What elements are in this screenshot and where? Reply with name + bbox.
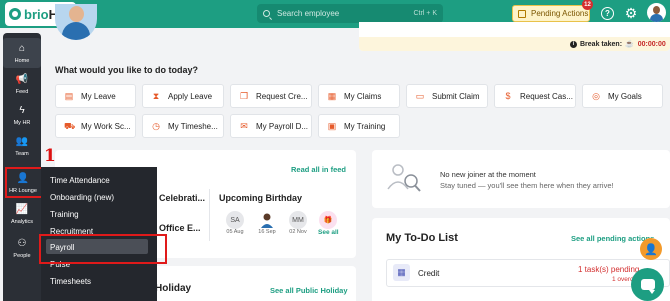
break-taken: i Break taken: ☕ 00:00:00 [570,40,666,48]
gear-icon[interactable]: ⚙ [624,6,638,20]
person-search-icon [387,164,421,192]
payroll-highlight [39,234,167,264]
presentation-icon: ▣ [327,121,337,131]
birthday-date: 05 Aug [226,229,244,235]
birthday-date: 16 Sep [258,229,276,235]
org-chart-icon: ⚇ [17,238,27,249]
calendar-icon: ▤ [64,91,74,101]
see-all-public-holiday-link[interactable]: See all Public Holiday [270,286,348,295]
info-icon: i [570,40,577,48]
my-goals-button[interactable]: ◎ My Goals [582,84,663,108]
sidebar-item-feed[interactable]: 📢 Feed [3,69,41,99]
feed-divider [209,189,210,241]
my-training-button[interactable]: ▣ My Training [318,114,400,138]
office-events-title: Office E... [159,223,201,233]
coffee-cup-icon: ☕ [625,41,634,48]
chart-icon: 📈 [15,204,29,215]
receipt-icon: ▦ [327,91,337,101]
my-timesheet-button[interactable]: ◷ My Timeshe... [142,114,224,138]
break-value: 00:00:00 [637,40,666,48]
bolt-icon: ϟ [19,105,25,116]
cards-icon: ❐ [239,91,249,101]
sidebar-item-people[interactable]: ⚇ People [3,233,41,263]
clock-icon: ◷ [152,121,160,131]
envelope-icon: ✉ [240,121,248,131]
my-leave-button[interactable]: ▤ My Leave [55,84,136,108]
todo-pending-count: 1 task(s) pending [578,265,640,274]
todo-title: My To-Do List [386,232,458,244]
todo-name: Credit [418,269,440,278]
apply-leave-button[interactable]: ⧗ Apply Leave [142,84,224,108]
pending-actions-button[interactable]: Pending Actions [512,5,590,22]
money-bag-icon: $ [505,91,511,101]
menu-item-timesheets[interactable]: Timesheets [50,277,91,286]
sidebar-item-analytics[interactable]: 📈 Analytics [3,199,41,229]
person-photo-icon [261,213,273,228]
team-icon: 👥 [15,136,29,147]
user-float-button[interactable]: 👤 [640,238,662,260]
my-work-schedule-button[interactable]: ⛟ My Work Sc... [55,114,136,138]
menu-item-onboarding[interactable]: Onboarding (new) [50,193,114,202]
user-avatar[interactable] [647,3,666,22]
menu-item-time-attendance[interactable]: Time Attendance [50,176,110,185]
request-credit-button[interactable]: ❐ Request Cre... [230,84,312,108]
home-icon: ⌂ [18,43,26,54]
document-icon: ▭ [415,91,425,101]
target-icon: ◎ [592,91,600,101]
birthday-avatar[interactable]: SA [226,211,244,229]
calendar-icon [518,9,526,18]
megaphone-icon: 📢 [15,74,29,85]
my-payroll-button[interactable]: ✉ My Payroll D... [230,114,312,138]
break-label: Break taken: [580,40,623,48]
sidebar-item-my-hr[interactable]: ϟ My HR [3,100,41,130]
search-shortcut: Ctrl + K [413,10,437,17]
search-icon [263,10,270,17]
menu-item-training[interactable]: Training [50,210,79,219]
new-joiner-subtitle: Stay tuned — you'll see them here when t… [440,181,614,190]
birthday-date: 02 Nov [289,229,307,235]
birthday-avatar[interactable]: MM [289,211,307,229]
gift-icon[interactable]: 🎁 [319,211,337,229]
chat-button[interactable] [631,268,664,301]
pending-actions-label: Pending Actions [531,9,589,18]
submit-claim-button[interactable]: ▭ Submit Claim [406,84,488,108]
read-all-feed-link[interactable]: Read all in feed [291,165,346,174]
request-cash-button[interactable]: $ Request Cas... [494,84,576,108]
upcoming-birthday-title: Upcoming Birthday [219,193,303,203]
sidebar-item-team[interactable]: 👥 Team [3,131,41,161]
search-input[interactable]: Search employee Ctrl + K [257,4,443,23]
see-all-birthdays-link[interactable]: See all [318,229,339,236]
celebrations-title: Celebrati... [159,193,206,203]
hourglass-icon: ⧗ [152,91,160,101]
hr-lounge-highlight [5,167,45,198]
birthday-avatar[interactable] [258,211,276,229]
search-placeholder: Search employee [277,9,340,18]
logo-mark-icon [9,8,21,20]
welcome-avatar [55,4,97,40]
help-icon[interactable]: ? [601,7,614,20]
sidebar-item-home[interactable]: ⌂ Home [3,38,41,68]
holiday-title: Holiday [155,283,192,294]
truck-icon: ⛟ [64,121,76,131]
calendar-icon: ▦ [393,264,410,281]
new-joiner-title: No new joiner at the moment [440,170,536,179]
quick-actions-title: What would you like to do today? [55,65,198,75]
my-claims-button[interactable]: ▦ My Claims [318,84,400,108]
chat-bubble-icon [640,279,655,294]
annotation-number: 1 [44,146,56,166]
